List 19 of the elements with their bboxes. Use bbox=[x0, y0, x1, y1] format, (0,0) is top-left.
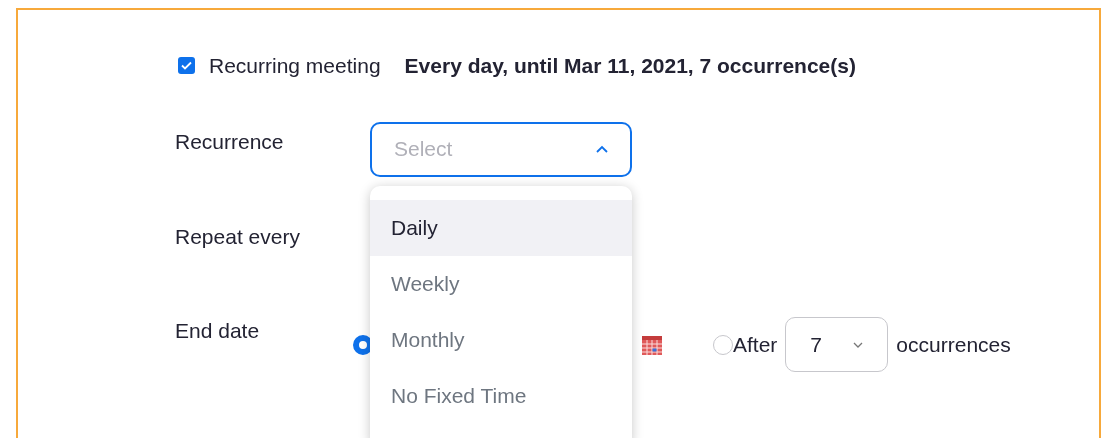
field-label: Recurrence bbox=[175, 128, 285, 155]
occurrences-label: occurrences bbox=[896, 331, 1011, 358]
field-label: Repeat every bbox=[175, 224, 300, 248]
menu-item[interactable]: Weekly bbox=[370, 256, 632, 312]
checkbox-label: Recurring meeting bbox=[209, 53, 381, 79]
caret-icon bbox=[596, 145, 608, 153]
calendar-icon bbox=[641, 333, 663, 356]
radio-button[interactable] bbox=[713, 334, 733, 355]
occurrence-count-select[interactable]: 7 bbox=[785, 317, 889, 372]
checkmark-icon bbox=[181, 61, 192, 71]
radio-button[interactable] bbox=[353, 334, 373, 355]
checkbox[interactable] bbox=[178, 57, 195, 75]
radio-label: After bbox=[733, 331, 778, 358]
recurrence-summary: Every day, until Mar 11, 2021, 7 occurrence(s) bbox=[404, 53, 856, 79]
menu-item[interactable]: No Fixed Time bbox=[370, 368, 632, 424]
menu-item[interactable]: Monthly bbox=[370, 312, 632, 368]
menu-item[interactable]: Daily bbox=[370, 200, 632, 256]
caret-icon bbox=[853, 341, 864, 348]
field-label: End date bbox=[175, 318, 261, 344]
